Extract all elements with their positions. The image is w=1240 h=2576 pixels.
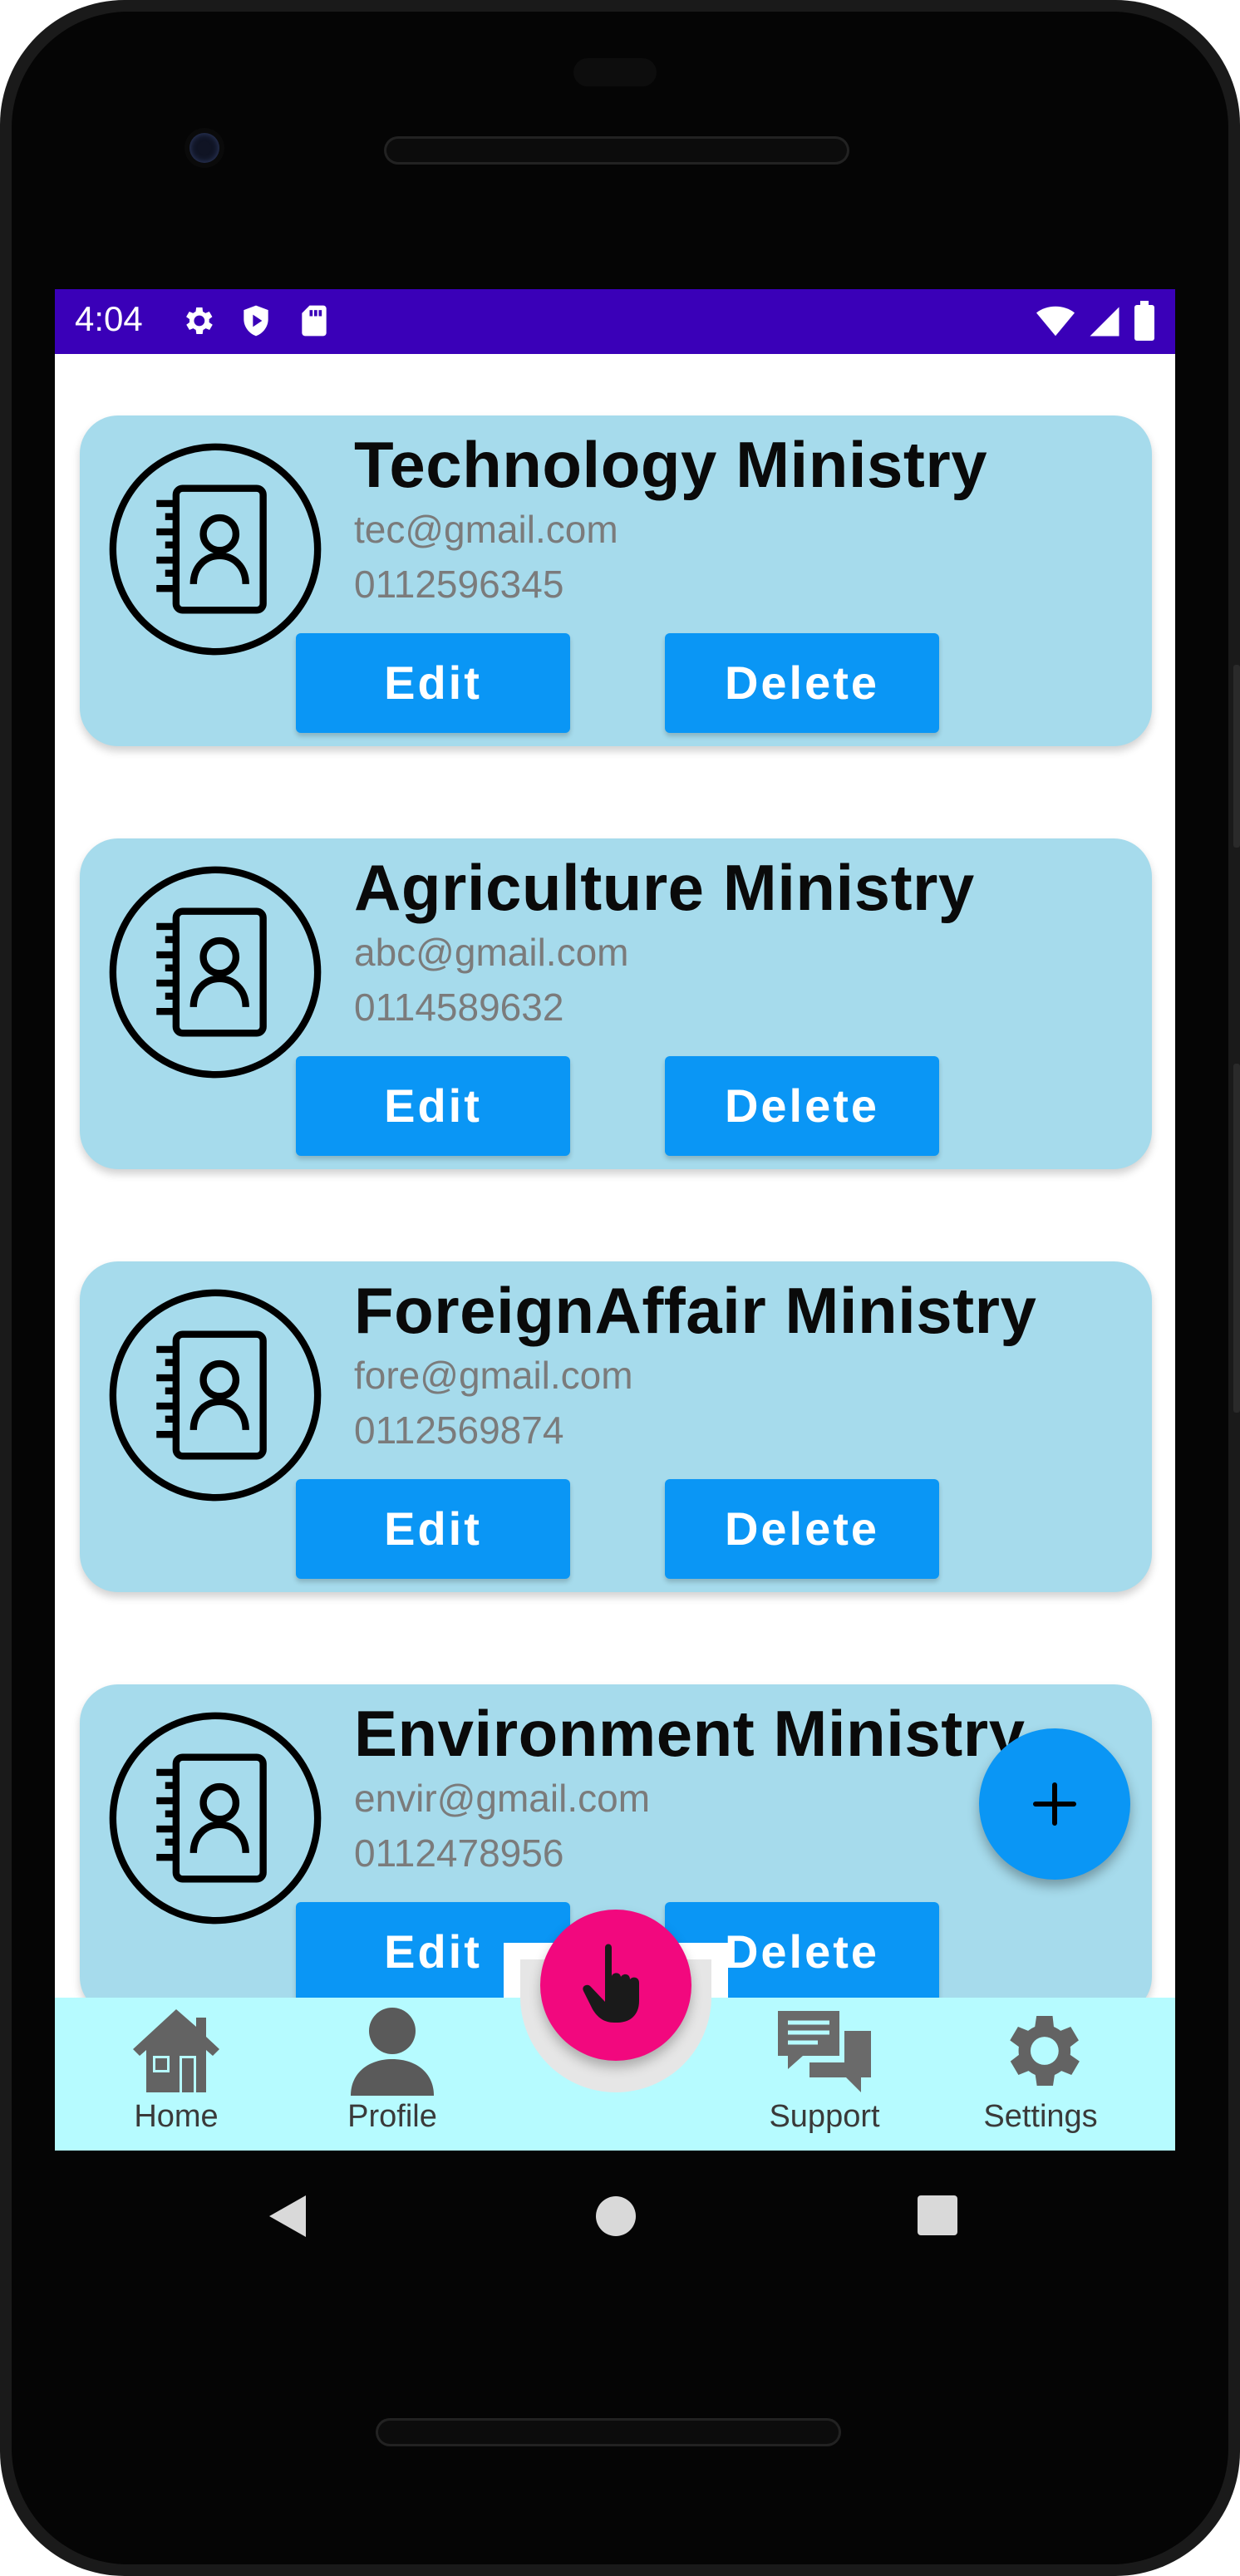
contact-book-icon <box>109 866 322 1079</box>
power-button <box>1233 665 1240 848</box>
gear-icon <box>1010 2015 1080 2087</box>
front-camera <box>189 133 219 163</box>
contact-name: Environment Ministry <box>354 1697 1026 1770</box>
contact-card[interactable]: ForeignAffair Ministry fore@gmail.com 01… <box>80 1261 1152 1592</box>
contact-book-icon <box>109 443 322 656</box>
battery-icon <box>1134 301 1154 341</box>
status-bar: 4:04 <box>55 289 1175 354</box>
chat-icon <box>778 2011 871 2092</box>
bottom-speaker <box>376 2418 841 2446</box>
contact-name: ForeignAffair Ministry <box>354 1274 1037 1347</box>
proximity-sensor <box>573 58 657 86</box>
contact-phone: 0112596345 <box>354 563 564 606</box>
volume-button <box>1233 1064 1240 1413</box>
app-screen: 4:04 Technology Ministry tec@gmail.com 0… <box>55 289 1175 2151</box>
nav-support[interactable]: Support <box>741 1998 908 2151</box>
contact-email: fore@gmail.com <box>354 1354 633 1397</box>
delete-button[interactable]: Delete <box>665 1479 939 1579</box>
nav-home[interactable]: Home <box>93 1998 259 2151</box>
plus-icon <box>1033 1782 1076 1826</box>
nav-profile[interactable]: Profile <box>309 1998 475 2151</box>
shield-play-icon <box>244 305 268 337</box>
person-icon <box>351 2008 434 2096</box>
earpiece-speaker <box>384 136 849 165</box>
edit-button[interactable]: Edit <box>296 633 570 733</box>
home-icon <box>133 2009 219 2092</box>
recents-square-icon[interactable] <box>918 2195 957 2235</box>
contact-phone: 0114589632 <box>354 986 564 1029</box>
status-time: 4:04 <box>75 299 143 338</box>
sd-card-icon <box>302 305 327 337</box>
edit-button[interactable]: Edit <box>296 1056 570 1156</box>
phone-frame: 4:04 Technology Ministry tec@gmail.com 0… <box>0 0 1240 2576</box>
contact-email: abc@gmail.com <box>354 931 629 974</box>
contact-card[interactable]: Technology Ministry tec@gmail.com 011259… <box>80 415 1152 746</box>
contact-name: Technology Ministry <box>354 428 988 501</box>
contact-card[interactable]: Agriculture Ministry abc@gmail.com 01145… <box>80 838 1152 1169</box>
nav-label: Profile <box>347 2099 437 2134</box>
contact-book-icon <box>109 1712 322 1925</box>
nav-label: Home <box>134 2099 219 2134</box>
back-icon[interactable] <box>266 2192 309 2240</box>
add-contact-button[interactable] <box>979 1728 1130 1880</box>
wifi-icon <box>1036 306 1075 337</box>
nav-label: Support <box>769 2099 880 2134</box>
home-circle-icon[interactable] <box>595 2195 637 2237</box>
nav-label: Settings <box>983 2099 1098 2134</box>
contact-book-icon <box>109 1289 322 1502</box>
contact-email: tec@gmail.com <box>354 508 618 551</box>
system-navigation-bar <box>0 2151 1240 2283</box>
delete-button[interactable]: Delete <box>665 633 939 733</box>
nav-settings[interactable]: Settings <box>957 1998 1124 2151</box>
signal-icon <box>1090 307 1119 337</box>
hand-pointing-icon <box>583 1944 639 2023</box>
delete-button[interactable]: Delete <box>665 1056 939 1156</box>
center-action-button[interactable] <box>540 1910 691 2061</box>
contact-email: envir@gmail.com <box>354 1777 651 1820</box>
contact-phone: 0112569874 <box>354 1408 564 1452</box>
gear-icon <box>186 307 213 334</box>
contact-name: Agriculture Ministry <box>354 851 975 924</box>
edit-button[interactable]: Edit <box>296 1479 570 1579</box>
contact-phone: 0112478956 <box>354 1831 564 1875</box>
